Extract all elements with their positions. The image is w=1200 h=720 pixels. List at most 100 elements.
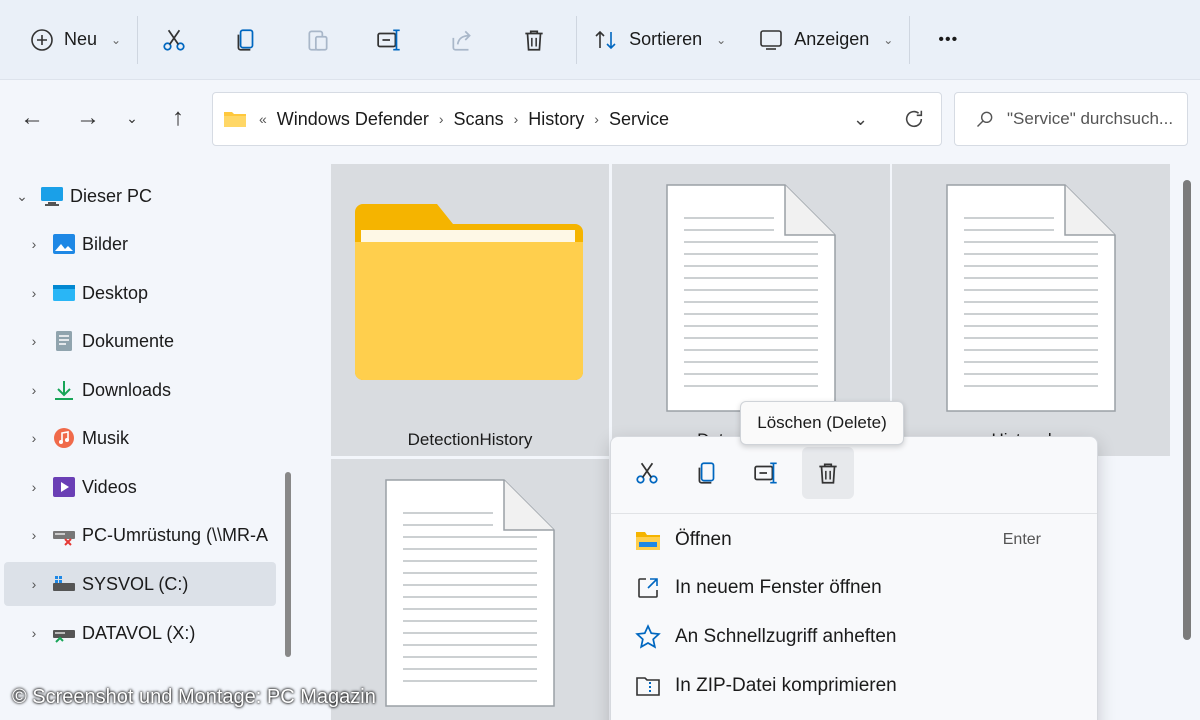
breadcrumb-item[interactable]: History [528,109,584,130]
chevron-right-icon[interactable]: › [20,479,48,495]
arrow-right-icon: → [76,104,100,131]
menu-item-label: An Schnellzugriff anheften [675,626,897,647]
chevron-right-icon[interactable]: › [20,527,48,543]
recent-locations-button[interactable]: ⌄ [112,98,152,138]
context-copy-button[interactable] [681,447,733,499]
paste-button[interactable] [282,0,354,80]
context-menu-quick-actions [611,437,1097,509]
delete-button[interactable] [498,0,570,80]
sidebar-item-downloads[interactable]: › Downloads [20,368,292,412]
sidebar-item-label: Downloads [82,379,172,400]
drive-icon [53,576,75,591]
menu-item-open[interactable]: Öffnen Enter [611,516,1097,564]
context-rename-button[interactable] [741,447,793,499]
context-delete-button[interactable] [802,447,854,499]
sidebar-item-documents[interactable]: › Dokumente [20,319,292,363]
chevron-right-icon[interactable]: › [20,236,48,252]
share-button[interactable] [426,0,498,80]
more-dots-icon: ••• [938,30,959,48]
breadcrumb-item[interactable]: Service [609,109,669,130]
sidebar-scrollbar[interactable] [285,472,291,657]
sort-button[interactable]: Sortieren ⌄ [577,0,742,80]
arrow-up-icon: ↑ [172,104,184,131]
cut-button[interactable] [138,0,210,80]
sidebar-item-network-drive[interactable]: › PC-Umrüstung (\\MR-A [20,513,292,557]
share-icon [452,30,471,51]
search-icon [976,111,993,128]
refresh-icon[interactable] [903,108,925,130]
context-cut-button[interactable] [621,447,673,499]
chevron-down-icon: ⌄ [126,109,138,126]
sidebar-item-this-pc[interactable]: ⌄ Dieser PC [8,174,280,218]
breadcrumb-item[interactable]: Scans [454,109,504,130]
copy-icon [698,462,715,484]
arrow-left-icon: ← [20,104,44,131]
sidebar-item-label: Dieser PC [70,185,153,206]
scissors-icon [163,29,185,51]
rename-icon [754,462,777,484]
sidebar-item-pictures[interactable]: › Bilder [20,222,292,266]
sidebar-item-sysvol[interactable]: › SYSVOL (C:) [4,562,276,606]
open-folder-icon [636,532,660,550]
new-button[interactable]: Neu ⌄ [14,0,137,80]
new-label: Neu [64,29,98,49]
chevron-down-icon: ⌄ [716,32,727,47]
command-bar: Neu ⌄ Sortieren ⌄ Anzeigen ⌄ ••• [0,0,1200,80]
menu-item-pin-quick-access[interactable]: An Schnellzugriff anheften [611,613,1097,661]
file-tile-document[interactable] [331,459,609,720]
search-placeholder: "Service" durchsuch... [1007,109,1174,128]
file-view-scrollbar[interactable] [1183,180,1191,640]
sidebar-item-datavol[interactable]: › DATAVOL (X:) [20,611,292,655]
chevron-right-icon[interactable]: › [20,576,48,592]
menu-divider [611,513,1097,514]
copyright-watermark: © Screenshot und Montage: PC Magazin [12,686,376,708]
forward-button[interactable]: → [68,98,108,138]
view-monitor-icon [760,29,783,50]
context-menu: Öffnen Enter In neuem Fenster öffnen An … [610,436,1098,720]
sidebar-item-videos[interactable]: › Videos [20,465,292,509]
file-tile-document[interactable]: History.log [892,164,1170,456]
chevron-right-icon[interactable]: › [514,111,519,127]
menu-item-open-new-window[interactable]: In neuem Fenster öffnen [611,564,1097,612]
chevron-right-icon[interactable]: › [20,430,48,446]
file-tile-folder[interactable]: DetectionHistory [331,164,609,456]
address-history-chevron-icon[interactable]: ⌄ [853,109,868,130]
chevron-right-icon[interactable]: › [20,625,48,641]
zip-folder-icon [636,677,660,696]
search-box[interactable]: "Service" durchsuch... [954,92,1188,146]
up-button[interactable]: ↑ [158,98,198,138]
rename-button[interactable] [354,0,426,80]
chevron-down-icon[interactable]: ⌄ [8,188,36,205]
sidebar-item-label: Videos [82,476,137,497]
view-button[interactable]: Anzeigen ⌄ [742,0,909,80]
paste-icon [308,29,328,51]
sort-arrows-icon [595,30,616,49]
chevron-down-icon: ⌄ [883,32,894,47]
navigation-bar: ← → ⌄ ↑ « Windows Defender › Scans › His… [0,80,1200,156]
sidebar-item-desktop[interactable]: › Desktop [20,271,292,315]
breadcrumb-overflow[interactable]: « [259,111,267,127]
downloads-icon [55,381,73,400]
chevron-right-icon[interactable]: › [439,111,444,127]
rename-icon [377,28,400,51]
copy-button[interactable] [210,0,282,80]
breadcrumb-item[interactable]: Windows Defender [277,109,429,130]
menu-item-label: Öffnen [675,529,732,550]
more-options-button[interactable]: ••• [910,0,986,80]
sort-label: Sortieren [629,29,703,49]
network-drive-icon [53,531,75,546]
address-bar[interactable]: « Windows Defender › Scans › History › S… [212,92,942,146]
chevron-down-icon: ⌄ [111,32,122,47]
menu-item-compress-zip[interactable]: In ZIP-Datei komprimieren [611,662,1097,710]
desktop-icon [53,285,75,301]
chevron-right-icon[interactable]: › [20,382,48,398]
sidebar-item-music[interactable]: › Musik [20,416,292,460]
back-button[interactable]: ← [12,98,52,138]
drive-icon [53,630,75,643]
plus-circle-icon [31,28,53,51]
folder-icon [355,204,583,380]
chevron-right-icon[interactable]: › [20,285,48,301]
chevron-right-icon[interactable]: › [20,333,48,349]
copy-icon [237,28,254,51]
chevron-right-icon[interactable]: › [594,111,599,127]
